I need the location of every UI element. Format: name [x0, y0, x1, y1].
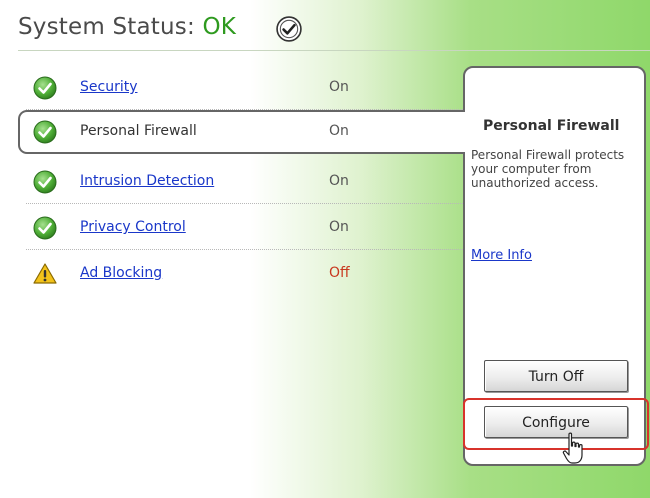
check-circle-icon: [33, 76, 57, 100]
configure-highlight-outline: [463, 398, 649, 450]
feature-row-ad-blocking[interactable]: Ad Blocking Off: [18, 252, 463, 296]
divider: [26, 249, 463, 250]
feature-link-intrusion-detection[interactable]: Intrusion Detection: [80, 173, 214, 189]
panel-connector: [461, 112, 469, 152]
check-circle-icon: [33, 216, 57, 240]
check-circle-icon: [33, 120, 57, 144]
feature-link-privacy-control[interactable]: Privacy Control: [80, 219, 186, 235]
hand-cursor-icon: [562, 432, 583, 464]
system-status-value: OK: [202, 14, 237, 40]
warning-icon: [33, 263, 57, 284]
feature-status: On: [329, 219, 349, 235]
feature-link-ad-blocking[interactable]: Ad Blocking: [80, 265, 162, 281]
feature-row-personal-firewall[interactable]: Personal Firewall On: [18, 110, 463, 154]
feature-status: On: [329, 173, 349, 189]
system-status-title: System Status:: [18, 14, 203, 40]
feature-label-personal-firewall: Personal Firewall: [80, 123, 197, 139]
feature-row-security[interactable]: Security On: [18, 66, 463, 110]
feature-link-security[interactable]: Security: [80, 79, 138, 95]
detail-title: Personal Firewall: [483, 118, 620, 134]
feature-status: Off: [329, 265, 350, 281]
divider: [26, 203, 463, 204]
check-circle-icon: [33, 170, 57, 194]
feature-status: On: [329, 123, 349, 139]
feature-row-privacy-control[interactable]: Privacy Control On: [18, 206, 463, 250]
turn-off-button[interactable]: Turn Off: [484, 360, 628, 392]
more-info-link[interactable]: More Info: [471, 248, 532, 263]
feature-status: On: [329, 79, 349, 95]
check-circle-icon: [276, 16, 302, 42]
feature-row-intrusion-detection[interactable]: Intrusion Detection On: [18, 160, 463, 204]
system-status-label: System Status: OK: [18, 14, 236, 40]
detail-description: Personal Firewall protects your computer…: [471, 148, 625, 190]
system-status-header: System Status: OK: [18, 12, 650, 51]
